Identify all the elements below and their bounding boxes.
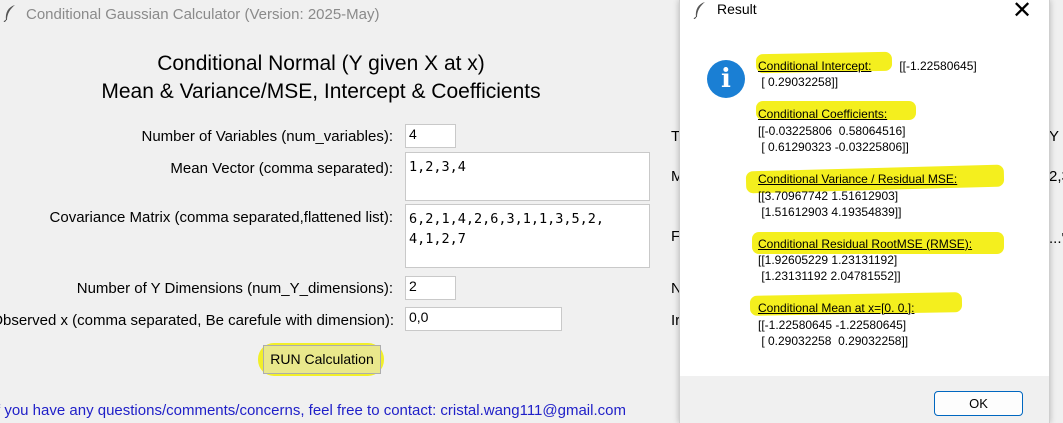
variance-label: Conditional Variance / Residual MSE: xyxy=(758,172,958,186)
num-y-input[interactable]: 2 xyxy=(405,276,456,300)
dialog-title: Result xyxy=(717,1,757,17)
main-window-titlebar: Conditional Gaussian Calculator (Version… xyxy=(0,0,700,28)
info-icon: i xyxy=(707,60,745,98)
mean-line2: [ 0.29032258 0.29032258]] xyxy=(758,334,909,348)
coefficients-line2: [ 0.61290323 -0.03225806]] xyxy=(758,140,909,154)
feather-icon xyxy=(693,2,705,19)
covariance-label: Covariance Matrix (comma separated,flatt… xyxy=(49,209,393,226)
rmse-line2: [1.23131192 2.04781552]] xyxy=(758,269,901,283)
background-text-fragment: ...'). xyxy=(1049,230,1063,247)
num-variables-label: Number of Variables (num_variables): xyxy=(141,128,394,145)
result-dialog: Result ✕ i Conditional Intercept: [[-1.2… xyxy=(679,0,1050,423)
background-text-fragment: Y (X xyxy=(1049,128,1063,145)
rmse-line1: [[1.92605229 1.23131192] xyxy=(758,253,898,267)
num-y-label: Number of Y Dimensions (num_Y_dimensions… xyxy=(76,280,393,297)
coefficients-label: Conditional Coefficients: xyxy=(758,107,888,121)
ok-button[interactable]: OK xyxy=(934,391,1023,416)
background-text-fragment: 2,3, xyxy=(1049,168,1063,185)
run-calculation-button[interactable]: RUN Calculation xyxy=(263,345,381,374)
intercept-line2: [ 0.29032258]] xyxy=(758,75,839,89)
mean-vector-input[interactable]: 1,2,3,4 xyxy=(405,152,650,201)
window-title: Conditional Gaussian Calculator (Version… xyxy=(26,6,380,23)
feather-icon xyxy=(3,5,15,22)
variance-line1: [[3.70967742 1.51612903] xyxy=(758,189,899,203)
covariance-input[interactable]: 6,2,1,4,2,6,3,1,1,3,5,2, 4,1,2,7 xyxy=(405,204,650,268)
mean-vector-label: Mean Vector (comma separated): xyxy=(170,160,393,177)
intercept-line1: [[-1.22580645] xyxy=(896,59,977,73)
mean-label: Conditional Mean at x=[0. 0.]: xyxy=(758,301,915,315)
observed-x-input[interactable]: 0,0 xyxy=(405,307,562,331)
contact-text: f you have any questions/comments/concer… xyxy=(0,402,626,419)
intercept-label: Conditional Intercept: xyxy=(758,59,872,73)
coefficients-line1: [[-0.03225806 0.58064516] xyxy=(758,124,906,138)
close-icon[interactable]: ✕ xyxy=(1012,0,1032,25)
observed-x-label: Observed x (comma separated, Be carefule… xyxy=(0,312,394,329)
rmse-label: Conditional Residual RootMSE (RMSE): xyxy=(758,237,973,251)
mean-line1: [[-1.22580645 -1.22580645] xyxy=(758,318,907,332)
page-title-line1: Conditional Normal (Y given X at x) xyxy=(157,52,485,75)
page-title-line2: Mean & Variance/MSE, Intercept & Coeffic… xyxy=(101,80,541,103)
dialog-titlebar: Result ✕ xyxy=(680,0,1049,25)
num-variables-input[interactable]: 4 xyxy=(405,124,456,148)
variance-line2: [1.51612903 4.19354839]] xyxy=(758,205,902,219)
